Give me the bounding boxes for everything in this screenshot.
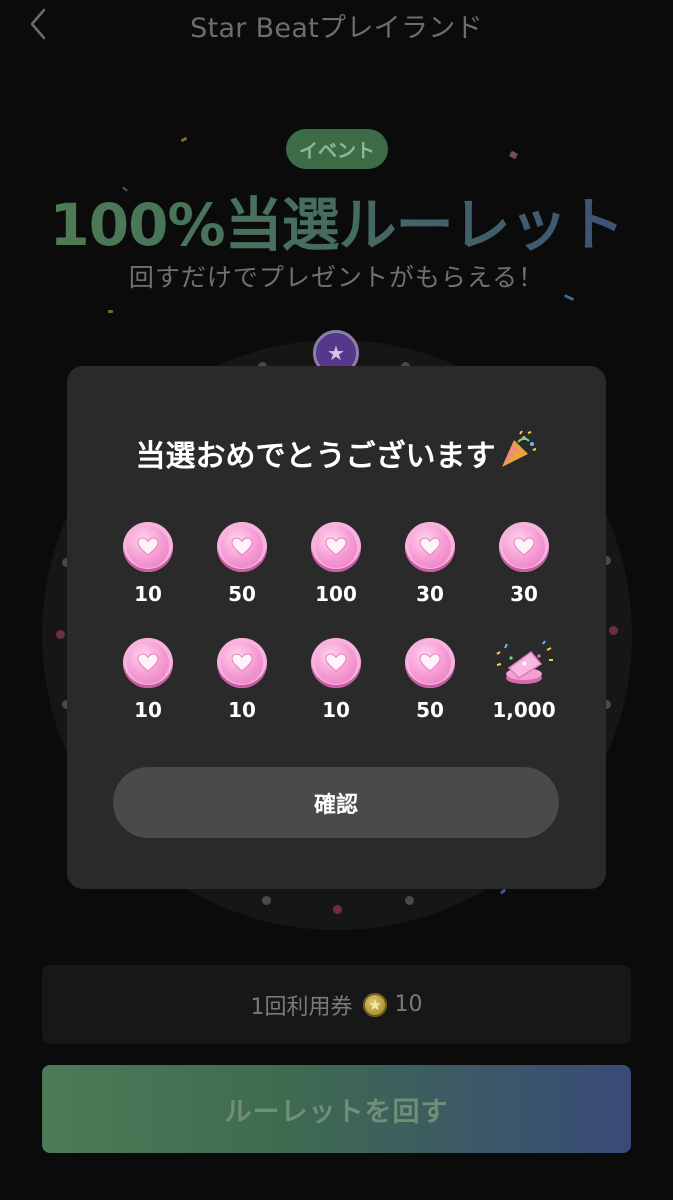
prize-item: 10 [103, 638, 193, 722]
prize-item: 50 [385, 638, 475, 722]
wheel-light [56, 630, 65, 639]
prize-amount: 50 [416, 698, 444, 722]
wheel-light [262, 896, 271, 905]
confirm-button[interactable]: 確認 [113, 767, 559, 838]
ticket-icon [491, 638, 557, 688]
event-title: 100%当選ルーレット [0, 178, 673, 262]
heart-coin-icon [123, 522, 173, 572]
event-subtitle: 回すだけでプレゼントがもらえる！ [128, 263, 545, 292]
heart-coin-icon [405, 522, 455, 572]
star-coin-icon [362, 992, 387, 1017]
prize-amount: 30 [416, 582, 444, 606]
heart-coin-icon [405, 638, 455, 688]
prize-amount: 30 [510, 582, 538, 606]
prize-item: 1,000 [479, 638, 569, 722]
confetti-piece [108, 310, 113, 313]
page-title: Star Beatプレイランド [190, 13, 483, 44]
event-badge: イベント [286, 129, 388, 169]
wheel-light [609, 626, 618, 635]
ticket-label: 1回利用券 [250, 994, 353, 1020]
heart-coin-icon [311, 638, 361, 688]
confetti-piece [180, 136, 188, 143]
app-header: Star Beatプレイランド [0, 0, 673, 48]
prize-item: 100 [291, 522, 381, 606]
confetti-piece [563, 294, 575, 301]
heart-coin-icon [217, 638, 267, 688]
ticket-count: 10 [394, 992, 423, 1017]
confetti-piece [508, 150, 519, 160]
prize-amount: 100 [315, 582, 357, 606]
party-popper-icon [498, 430, 538, 478]
prize-item: 50 [197, 522, 287, 606]
modal-title-text: 当選おめでとうございます [135, 439, 496, 474]
confetti-piece [499, 888, 507, 895]
prize-item: 10 [291, 638, 381, 722]
prize-amount: 50 [228, 582, 256, 606]
prize-item: 30 [385, 522, 475, 606]
modal-title: 当選おめでとうございます [67, 430, 606, 478]
prize-item: 10 [197, 638, 287, 722]
result-modal: 当選おめでとうございます 10 50 100 30 30 10 10 10 50… [67, 366, 606, 889]
spin-roulette-button[interactable]: ルーレットを回す [42, 1065, 631, 1153]
heart-coin-icon [217, 522, 267, 572]
prize-amount: 10 [228, 698, 256, 722]
wheel-light [405, 896, 414, 905]
prize-amount: 1,000 [492, 698, 556, 722]
heart-coin-icon [499, 522, 549, 572]
prize-amount: 10 [134, 698, 162, 722]
prize-amount: 10 [322, 698, 350, 722]
heart-coin-icon [123, 638, 173, 688]
heart-coin-icon [311, 522, 361, 572]
prize-item: 30 [479, 522, 569, 606]
wheel-light [333, 905, 342, 914]
prize-item: 10 [103, 522, 193, 606]
ticket-count-bar: 1回利用券 10 [42, 965, 631, 1044]
prize-amount: 10 [134, 582, 162, 606]
